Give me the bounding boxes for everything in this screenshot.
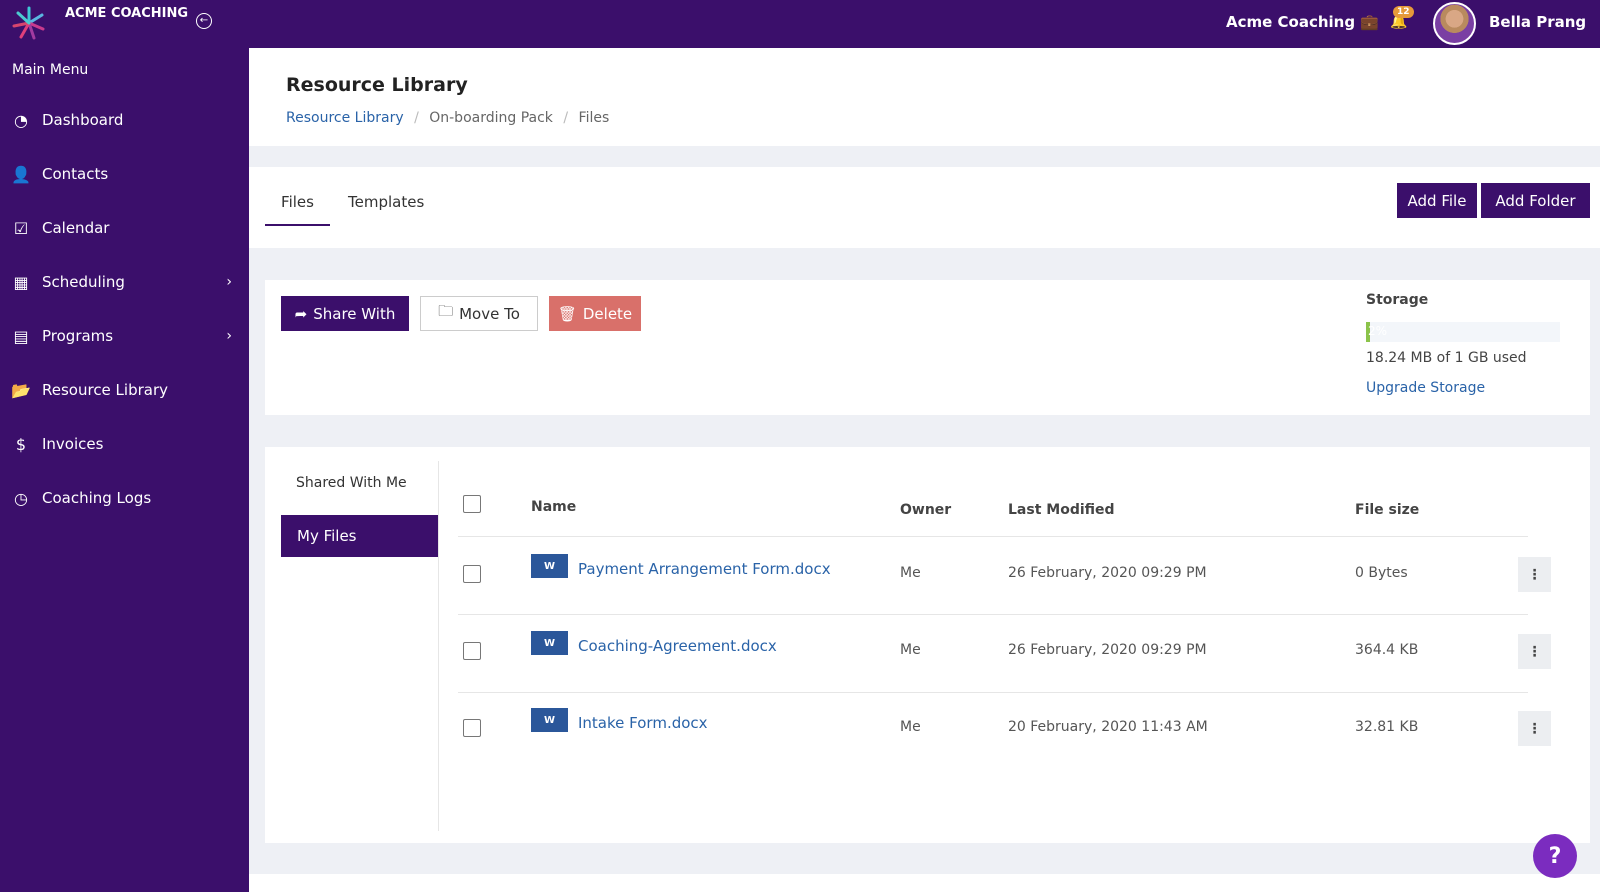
page-title: Resource Library	[286, 74, 468, 96]
page-header: Resource Library Resource Library / On-b…	[249, 48, 1600, 146]
file-name-link[interactable]: Intake Form.docx	[578, 714, 708, 732]
column-file-size[interactable]: File size	[1355, 502, 1419, 518]
acme-logo-icon	[12, 6, 45, 40]
sidebar-item-label: Invoices	[42, 435, 104, 453]
storage-percent: 2%	[1368, 324, 1388, 338]
top-header: ACME COACHING ← Acme Coaching 💼 🔔 12 Bel…	[0, 0, 1600, 48]
actions-card: ➦ Share With 🗀 Move To 🗑 Delete Storage 2% …	[265, 280, 1590, 415]
delete-button[interactable]: 🗑 Delete	[549, 296, 641, 331]
invoice-icon: $	[15, 434, 27, 454]
sidebar-item-label: Dashboard	[42, 111, 124, 129]
folder-move-icon: 🗀	[438, 302, 454, 320]
main-menu-title: Main Menu	[12, 62, 89, 78]
sidebar-item-resource-library[interactable]: 📂 Resource Library	[10, 370, 240, 410]
sidebar-item-calendar[interactable]: ☑ Calendar	[10, 208, 240, 248]
more-options-icon[interactable]: ⋮	[1518, 711, 1551, 746]
word-doc-icon: W	[531, 708, 568, 732]
breadcrumb-resource-library[interactable]: Resource Library	[286, 110, 404, 126]
tabs-bar: Files Templates Add File Add Folder	[249, 167, 1600, 248]
gauge-icon: ◔	[14, 110, 28, 130]
sidebar-item-label: Resource Library	[42, 381, 169, 399]
calendar-grid-icon: ▦	[13, 272, 29, 292]
table-row: W Coaching-Agreement.docx Me 26 February…	[265, 615, 1590, 693]
files-card: Shared With Me My Files Name Owner Last …	[265, 447, 1590, 843]
calendar-check-icon: ☑	[13, 218, 29, 238]
breadcrumb-files: Files	[578, 110, 610, 126]
file-owner: Me	[900, 719, 921, 735]
column-owner[interactable]: Owner	[900, 502, 951, 518]
row-checkbox[interactable]	[463, 642, 481, 660]
contacts-icon: 👤	[11, 164, 31, 184]
delete-label: Delete	[582, 304, 633, 323]
file-modified: 20 February, 2020 11:43 AM	[1008, 719, 1208, 735]
more-options-icon[interactable]: ⋮	[1518, 634, 1551, 669]
share-label: Share With	[313, 304, 396, 323]
breadcrumb-onboarding-pack[interactable]: On-boarding Pack	[429, 110, 553, 126]
notification-badge: 12	[1393, 6, 1414, 18]
sidebar-item-label: Contacts	[42, 165, 109, 183]
sidebar-item-dashboard[interactable]: ◔ Dashboard	[10, 100, 240, 140]
storage-progress-bar: 2%	[1366, 322, 1560, 342]
file-owner: Me	[900, 642, 921, 658]
add-folder-button[interactable]: Add Folder	[1481, 183, 1590, 218]
org-name: Acme Coaching	[1226, 13, 1356, 31]
clock-icon: ◷	[14, 488, 28, 508]
trash-icon: 🗑	[557, 304, 577, 323]
row-checkbox[interactable]	[463, 719, 481, 737]
collapse-sidebar-icon[interactable]: ←	[196, 13, 212, 29]
file-size: 364.4 KB	[1355, 642, 1419, 658]
file-name-link[interactable]: Payment Arrangement Form.docx	[578, 560, 831, 578]
breadcrumb: Resource Library / On-boarding Pack / Fi…	[286, 110, 610, 126]
active-tab-indicator	[265, 224, 330, 226]
sidebar-item-label: Calendar	[42, 219, 110, 237]
folder-shared-with-me[interactable]: Shared With Me	[296, 475, 407, 491]
tab-files[interactable]: Files	[265, 193, 330, 211]
chevron-right-icon: ›	[226, 274, 232, 290]
footer-strip	[249, 874, 1600, 892]
sidebar: Main Menu ◔ Dashboard 👤 Contacts ☑ Calendar…	[0, 48, 249, 892]
column-name[interactable]: Name	[531, 499, 576, 515]
share-icon: ➦	[294, 304, 308, 323]
chevron-right-icon: ›	[226, 328, 232, 344]
storage-title: Storage	[1366, 292, 1429, 308]
storage-used: 18.24 MB of 1 GB used	[1366, 350, 1527, 366]
sidebar-item-invoices[interactable]: $ Invoices	[10, 424, 240, 464]
column-last-modified[interactable]: Last Modified	[1008, 502, 1115, 518]
file-modified: 26 February, 2020 09:29 PM	[1008, 642, 1207, 658]
file-size: 0 Bytes	[1355, 565, 1408, 581]
file-modified: 26 February, 2020 09:29 PM	[1008, 565, 1207, 581]
help-button[interactable]: ?	[1533, 834, 1577, 878]
avatar[interactable]	[1433, 2, 1476, 45]
file-owner: Me	[900, 565, 921, 581]
select-all-checkbox[interactable]	[463, 495, 481, 513]
table-row: W Intake Form.docx Me 20 February, 2020 …	[265, 692, 1590, 769]
org-switcher[interactable]: Acme Coaching 💼	[1226, 13, 1379, 31]
sidebar-item-label: Scheduling	[42, 273, 125, 291]
book-icon: ▤	[13, 326, 29, 346]
sidebar-item-label: Programs	[42, 327, 114, 345]
upgrade-storage-link[interactable]: Upgrade Storage	[1366, 380, 1485, 396]
move-label: Move To	[459, 304, 520, 323]
add-file-button[interactable]: Add File	[1397, 183, 1477, 218]
share-with-button[interactable]: ➦ Share With	[281, 296, 409, 331]
sidebar-item-scheduling[interactable]: ▦ Scheduling ›	[10, 262, 240, 302]
sidebar-item-contacts[interactable]: 👤 Contacts	[10, 154, 240, 194]
user-name[interactable]: Bella Prang	[1489, 13, 1586, 31]
row-checkbox[interactable]	[463, 565, 481, 583]
folder-open-icon: 📂	[11, 380, 31, 400]
word-doc-icon: W	[531, 554, 568, 578]
briefcase-icon: 💼	[1360, 13, 1380, 31]
sidebar-item-coaching-logs[interactable]: ◷ Coaching Logs	[10, 478, 240, 518]
more-options-icon[interactable]: ⋮	[1518, 557, 1551, 592]
table-row: W Payment Arrangement Form.docx Me 26 Fe…	[265, 537, 1590, 615]
brand-name: ACME COACHING	[65, 6, 189, 21]
file-name-link[interactable]: Coaching-Agreement.docx	[578, 637, 777, 655]
tab-templates[interactable]: Templates	[348, 193, 424, 211]
move-to-button[interactable]: 🗀 Move To	[420, 296, 538, 331]
sidebar-item-label: Coaching Logs	[42, 489, 152, 507]
file-size: 32.81 KB	[1355, 719, 1419, 735]
word-doc-icon: W	[531, 631, 568, 655]
sidebar-item-programs[interactable]: ▤ Programs ›	[10, 316, 240, 356]
